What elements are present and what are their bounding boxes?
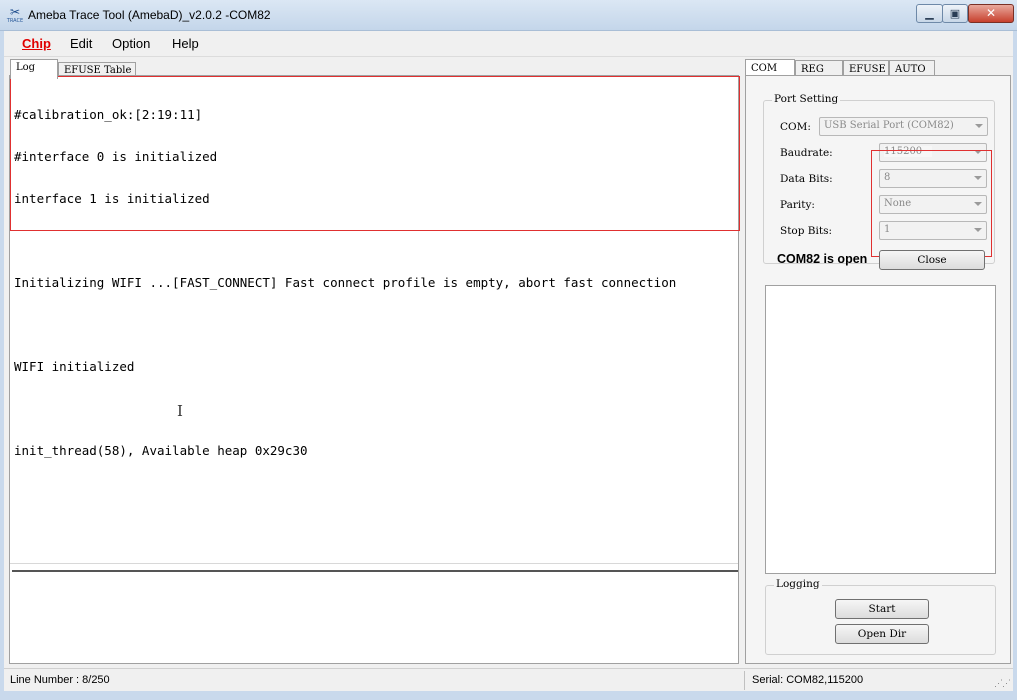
log-highlight-box: #calibration_ok:[2:19:11] #interface 0 i… xyxy=(10,76,740,458)
stopbits-label: Stop Bits: xyxy=(780,225,833,237)
status-bar: Line Number : 8/250 Serial: COM82,115200… xyxy=(4,668,1013,691)
close-window-button[interactable]: ✕ xyxy=(968,4,1014,23)
client-area: Log EFUSE Table #calibration_ok:[2:19:11… xyxy=(4,57,1013,668)
menu-bar: Chip Edit Option Help xyxy=(4,31,1013,57)
menu-help[interactable]: Help xyxy=(172,36,199,51)
window-title: Ameba Trace Tool (AmebaD)_v2.0.2 -COM82 xyxy=(28,8,271,22)
divider xyxy=(10,563,738,564)
line-number-status: Line Number : 8/250 xyxy=(10,674,110,686)
chevron-down-icon xyxy=(975,124,983,128)
tab-log[interactable]: Log xyxy=(10,59,58,79)
log-line: init_thread(58), Available heap 0x29c30 xyxy=(14,443,308,458)
menu-chip[interactable]: Chip xyxy=(22,36,51,51)
open-dir-button[interactable]: Open Dir xyxy=(835,624,929,644)
serial-status: Serial: COM82,115200 xyxy=(752,674,864,686)
command-input-area[interactable] xyxy=(10,573,738,663)
close-icon: ✕ xyxy=(985,6,997,20)
close-port-button[interactable]: Close xyxy=(879,250,985,270)
log-panel[interactable]: #calibration_ok:[2:19:11] #interface 0 i… xyxy=(9,75,740,664)
com-output-box[interactable] xyxy=(765,285,996,574)
pane-splitter[interactable] xyxy=(12,570,738,572)
com-port-select[interactable]: USB Serial Port (COM82) xyxy=(819,117,988,136)
text-cursor-icon: I xyxy=(177,402,183,420)
port-setting-legend: Port Setting xyxy=(772,93,841,105)
resize-grip-icon[interactable]: ⋰⋰ xyxy=(994,678,1011,689)
app-trace-icon: ✂ TRACE xyxy=(6,5,24,24)
title-bar: ✂ TRACE Ameba Trace Tool (AmebaD)_v2.0.2 … xyxy=(0,0,1017,31)
baudrate-label: Baudrate: xyxy=(780,147,833,159)
minimize-icon: ▁ xyxy=(925,7,934,20)
log-line: interface 1 is initialized xyxy=(14,191,210,206)
settings-highlight-box xyxy=(871,150,992,257)
log-line: #calibration_ok:[2:19:11] xyxy=(14,107,203,122)
minimize-button[interactable]: ▁ xyxy=(916,4,943,23)
maximize-button[interactable]: ▣ xyxy=(942,4,968,23)
start-logging-button[interactable]: Start xyxy=(835,599,929,619)
com-label: COM: xyxy=(780,121,811,133)
divider xyxy=(744,671,745,690)
menu-option[interactable]: Option xyxy=(112,36,150,51)
com-panel: Port Setting COM: USB Serial Port (COM82… xyxy=(745,75,1011,664)
logging-legend: Logging xyxy=(774,578,822,590)
com-port-value: USB Serial Port (COM82) xyxy=(824,120,954,131)
log-line: Initializing WIFI ...[FAST_CONNECT] Fast… xyxy=(14,275,677,290)
log-output[interactable]: #calibration_ok:[2:19:11] #interface 0 i… xyxy=(14,80,676,486)
menu-edit[interactable]: Edit xyxy=(70,36,92,51)
com-status-text: COM82 is open xyxy=(777,252,868,266)
log-line: WIFI initialized xyxy=(14,359,135,374)
databits-label: Data Bits: xyxy=(780,173,833,185)
log-line: #interface 0 is initialized xyxy=(14,149,218,164)
parity-label: Parity: xyxy=(780,199,815,211)
maximize-icon: ▣ xyxy=(949,7,961,20)
logging-group: Logging Start Open Dir xyxy=(765,578,996,655)
